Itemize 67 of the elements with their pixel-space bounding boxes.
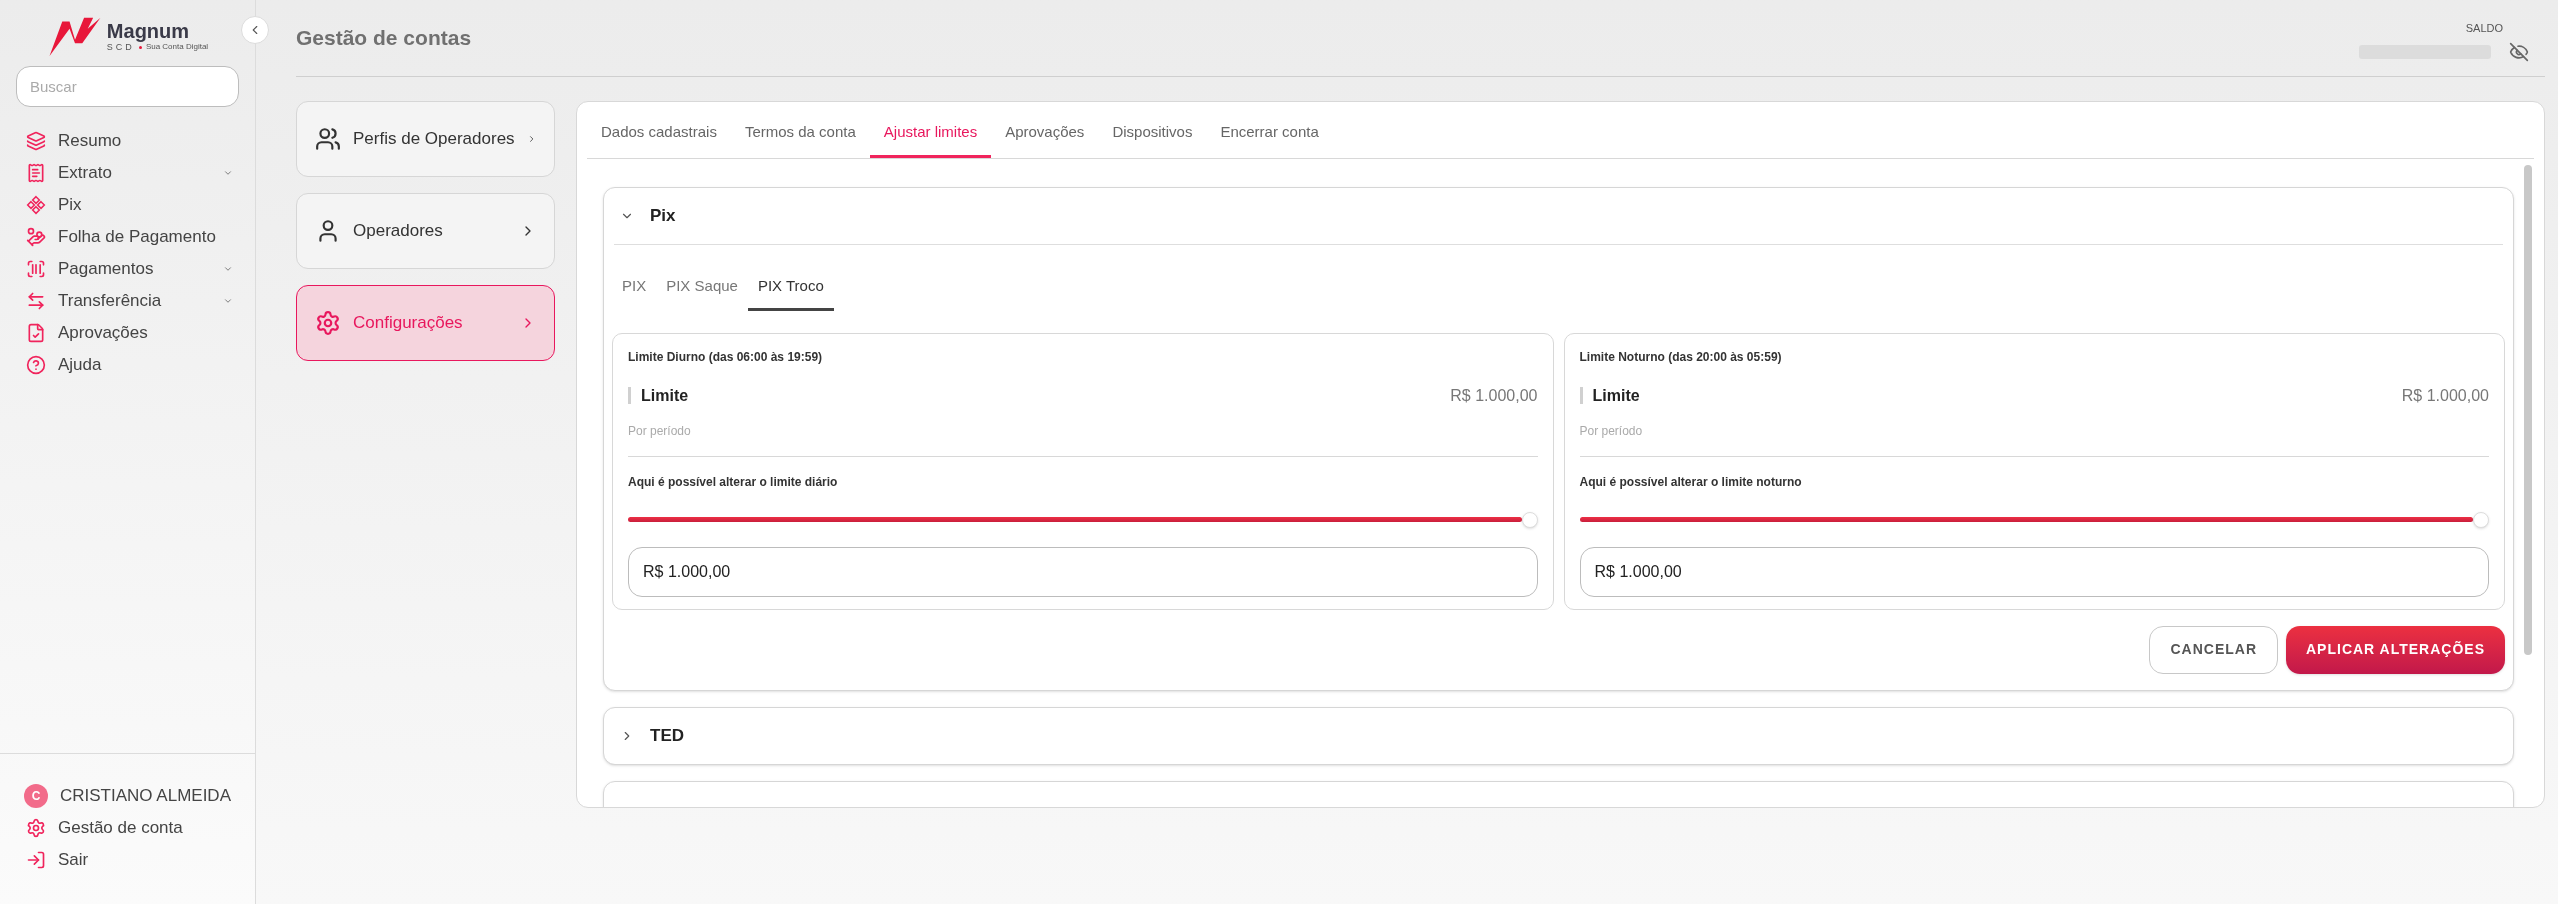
chevron-down-icon xyxy=(223,296,233,306)
balance-label: SALDO xyxy=(2465,20,2503,36)
help-icon xyxy=(26,355,46,375)
limit-label: Limite xyxy=(1592,385,1641,406)
limit-amount: R$ 1.000,00 xyxy=(1450,385,1538,406)
settings-icon xyxy=(315,310,341,336)
subtab[interactable]: PIX xyxy=(612,275,657,311)
tab[interactable]: Encerrar conta xyxy=(1206,120,1333,158)
menu-card[interactable]: Operadores xyxy=(296,193,555,269)
layers-icon xyxy=(26,131,46,151)
nav-item[interactable]: Gestão de conta xyxy=(0,812,255,844)
limit-hint: Aqui é possível alterar o limite noturno xyxy=(1579,473,1803,491)
nav-item[interactable]: Resumo xyxy=(0,125,255,157)
barcode-scan-icon xyxy=(26,259,46,279)
subtab[interactable]: PIX Troco xyxy=(747,275,834,311)
logout-icon xyxy=(26,850,46,870)
avatar: C xyxy=(24,784,48,808)
scrollbar-thumb[interactable] xyxy=(2524,165,2532,655)
file-check-icon xyxy=(26,323,46,343)
slider-thumb[interactable] xyxy=(2473,511,2489,528)
limit-period: Por período xyxy=(1579,422,1644,440)
accent-bar xyxy=(1579,387,1583,404)
amount-field[interactable]: R$ 1.000,00 xyxy=(628,546,1538,597)
limit-amount: R$ 1.000,00 xyxy=(2401,385,2489,406)
subtab[interactable]: PIX Saque xyxy=(656,275,748,311)
search-field[interactable]: Buscar xyxy=(16,66,239,107)
menu-card[interactable]: Perfis de Operadores xyxy=(296,101,555,177)
page-title: Gestão de contas xyxy=(296,25,472,52)
chevron-down-icon xyxy=(223,264,233,274)
section-title[interactable]: Pix xyxy=(650,203,676,229)
accent-bar xyxy=(628,387,631,404)
limit-hint: Aqui é possível alterar o limite diário xyxy=(628,473,839,491)
logo-sub: SCD xyxy=(106,42,135,52)
limit-heading: Limite Diurno (das 06:00 às 19:59) xyxy=(628,348,824,366)
eye-off-icon[interactable] xyxy=(2509,42,2529,63)
nav-item[interactable]: Pix xyxy=(0,189,255,221)
logo-tagline: Sua Conta Digital xyxy=(145,43,209,51)
logo-name: Magnum xyxy=(106,20,191,41)
section-title[interactable]: TED xyxy=(650,722,684,749)
limit-label: Limite xyxy=(641,385,690,406)
transfer-icon xyxy=(26,291,46,311)
nav-item[interactable]: Ajuda xyxy=(0,349,255,381)
user-name: CRISTIANO ALMEIDA xyxy=(60,785,231,808)
tab[interactable]: Dispositivos xyxy=(1098,120,1207,158)
nav-item[interactable]: Aprovações xyxy=(0,317,255,349)
tab[interactable]: Dados cadastrais xyxy=(587,120,731,158)
users-icon xyxy=(315,126,341,152)
limit-period: Por período xyxy=(628,422,692,440)
nav-item[interactable]: Transferência xyxy=(0,285,255,317)
nav-item[interactable]: Sair xyxy=(0,844,255,876)
tab[interactable]: Aprovações xyxy=(991,120,1099,158)
nav-item[interactable]: Extrato xyxy=(0,157,255,189)
slider-thumb[interactable] xyxy=(1521,511,1538,528)
tab[interactable]: Termos da conta xyxy=(730,120,870,158)
apply-button[interactable]: APLICAR ALTERAÇÕES xyxy=(2286,625,2505,674)
limit-heading: Limite Noturno (das 20:00 às 05:59) xyxy=(1579,348,1783,366)
chevron-down-icon xyxy=(223,168,233,178)
nav-item[interactable]: Folha de Pagamento xyxy=(0,221,255,253)
receipt-icon xyxy=(26,163,46,183)
collapse-button[interactable] xyxy=(241,16,269,44)
settings-icon xyxy=(26,818,46,838)
nav-item[interactable]: Pagamentos xyxy=(0,253,255,285)
hand-coins-icon xyxy=(26,227,46,247)
cancel-button[interactable]: CANCELAR xyxy=(2149,625,2278,674)
diamonds-icon xyxy=(26,195,46,215)
tab[interactable]: Ajustar limites xyxy=(869,120,992,158)
amount-field[interactable]: R$ 1.000,00 xyxy=(1579,546,2489,597)
